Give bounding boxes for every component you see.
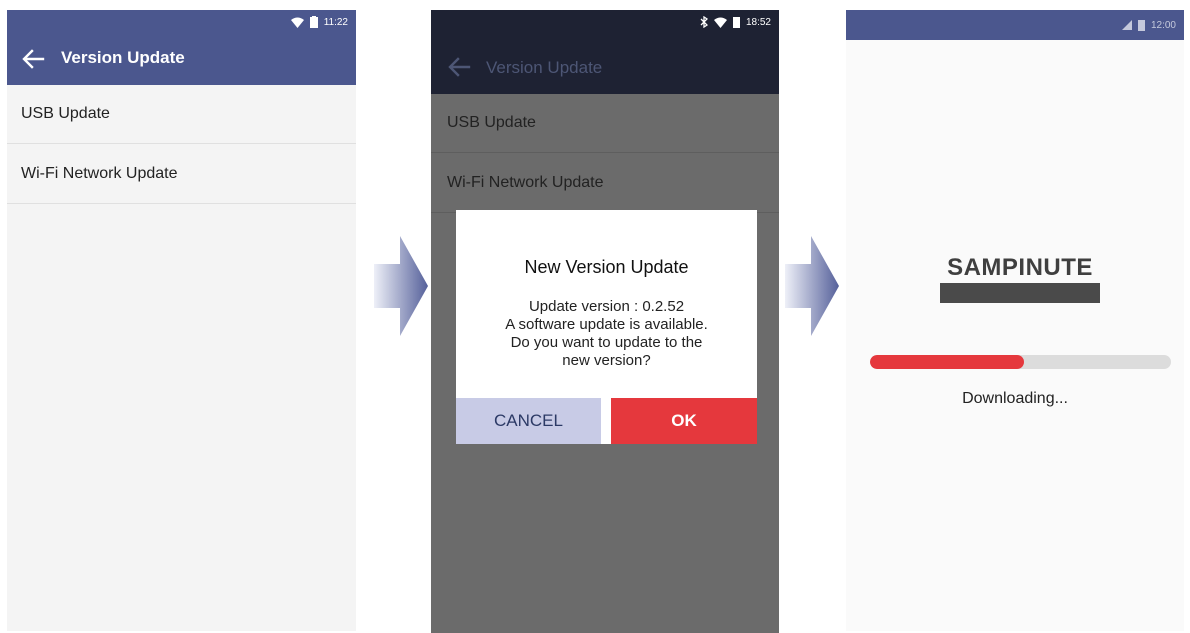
status-bar: 11:22 xyxy=(7,10,356,34)
update-flow-stage: 11:22 Version Update USB Update Wi-Fi Ne… xyxy=(0,0,1190,633)
battery-icon xyxy=(309,16,318,28)
brand-logo-text: SAMPINUTE xyxy=(947,254,1093,281)
list-item-label: USB Update xyxy=(21,105,110,122)
downloading-screen: 12:00 SAMPINUTE Downloading... xyxy=(846,10,1184,631)
dialog-line: Update version : 0.2.52 xyxy=(528,298,685,315)
list-item-wifi-update[interactable]: Wi-Fi Network Update xyxy=(431,154,779,213)
dialog-line: new version? xyxy=(562,352,651,369)
update-dialog-screen: 18:52 Version Update USB Update Wi-Fi Ne… xyxy=(431,10,779,633)
dialog-title: New Version Update xyxy=(524,257,689,277)
brand-logo-bar xyxy=(940,283,1100,303)
dialog-line: A software update is available. xyxy=(505,316,708,333)
list-item-usb-update[interactable]: USB Update xyxy=(7,85,356,144)
status-bar: 18:52 xyxy=(431,10,779,34)
bluetooth-icon xyxy=(700,16,708,28)
list-item-wifi-update[interactable]: Wi-Fi Network Update xyxy=(7,145,356,204)
dialog-line: Do you want to update to the xyxy=(510,334,703,351)
signal-icon xyxy=(1121,20,1132,30)
back-arrow-icon[interactable] xyxy=(447,56,471,78)
back-arrow-icon[interactable] xyxy=(21,48,45,70)
update-dialog: New Version Update Update version : 0.2.… xyxy=(456,210,757,444)
flow-arrow-icon xyxy=(374,236,428,336)
status-time: 12:00 xyxy=(1150,19,1176,31)
status-time: 11:22 xyxy=(323,16,348,28)
list-item-label: Wi-Fi Network Update xyxy=(447,174,604,191)
battery-icon xyxy=(1137,20,1145,31)
cancel-button[interactable]: CANCEL xyxy=(456,398,601,444)
download-progress-bar xyxy=(870,355,1171,369)
list-item-label: USB Update xyxy=(447,114,536,131)
download-status-label: Downloading... xyxy=(962,390,1068,407)
download-progress-fill xyxy=(870,355,1024,369)
status-bar-icons: 12:00 xyxy=(846,10,1184,40)
battery-icon xyxy=(732,17,740,28)
page-title: Version Update xyxy=(486,58,603,77)
list-item-label: Wi-Fi Network Update xyxy=(21,165,178,182)
version-update-screen: 11:22 Version Update USB Update Wi-Fi Ne… xyxy=(7,10,356,631)
ok-button[interactable]: OK xyxy=(611,398,757,444)
list-item-usb-update[interactable]: USB Update xyxy=(431,94,779,153)
wifi-icon xyxy=(290,17,304,28)
flow-arrow-icon xyxy=(785,236,839,336)
page-title: Version Update xyxy=(61,48,185,67)
status-time: 18:52 xyxy=(745,16,771,28)
dialog-message: Update version : 0.2.52 A software updat… xyxy=(456,298,757,370)
wifi-icon xyxy=(713,17,727,28)
